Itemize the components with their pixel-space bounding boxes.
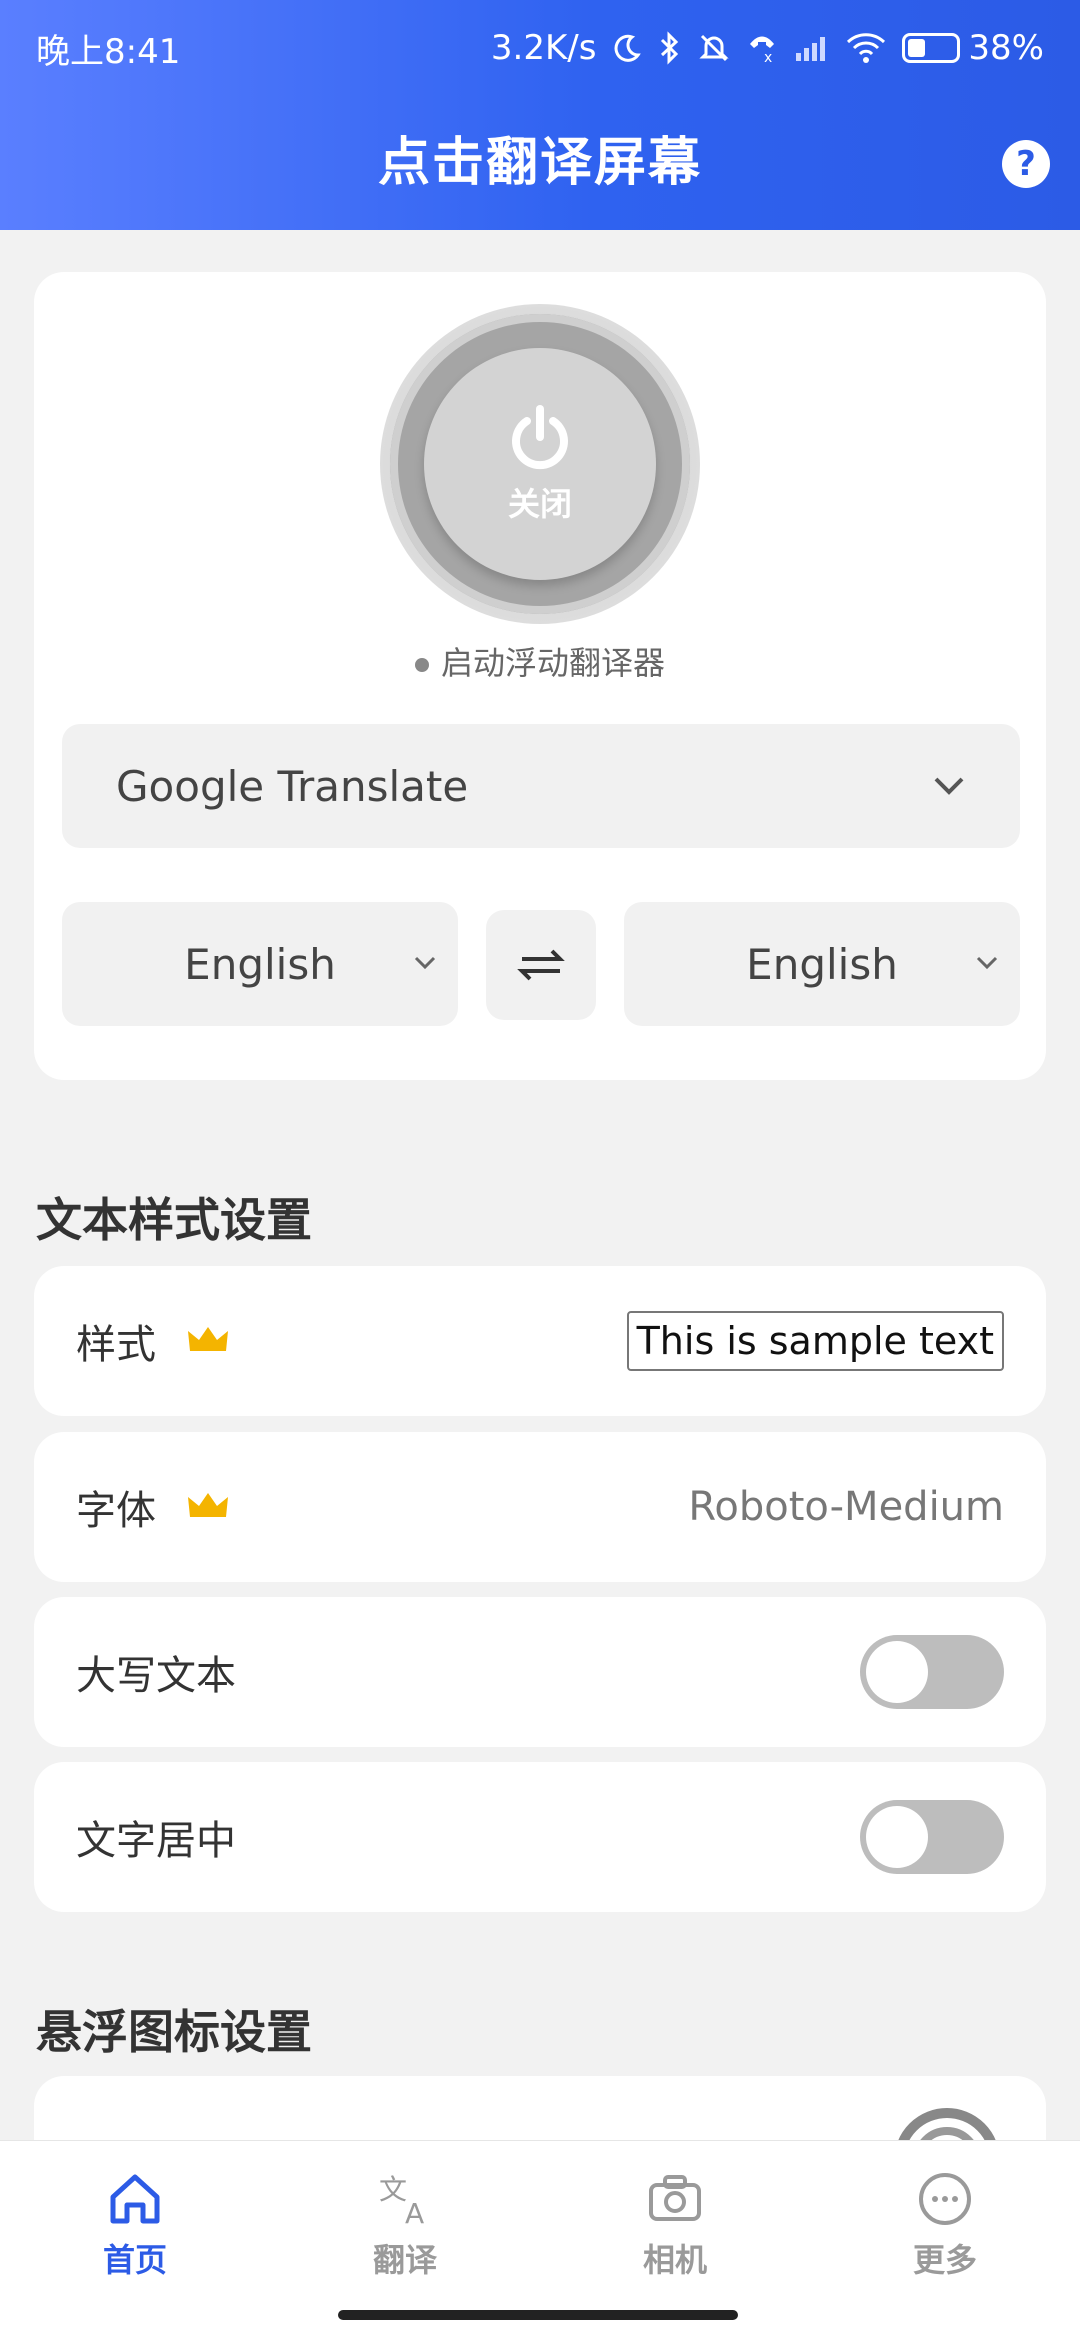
net-speed: 3.2K/s (490, 28, 597, 68)
engine-select[interactable]: Google Translate (62, 724, 1020, 848)
chevron-down-icon (976, 956, 998, 970)
swap-icon (517, 949, 565, 981)
bluetooth-icon (661, 31, 679, 65)
toggle-knob (866, 1641, 928, 1703)
crown-icon (188, 1493, 228, 1517)
status-bar: 晚上8:41 3.2K/s x 38% (0, 0, 1080, 96)
font-label-wrap: 字体 (76, 1478, 230, 1536)
nav-camera[interactable]: 相机 (575, 2169, 775, 2281)
more-icon (919, 2173, 971, 2225)
chevron-down-icon (934, 777, 964, 795)
status-indicators: 3.2K/s x 38% (491, 28, 1044, 68)
nav-camera-label: 相机 (642, 2241, 707, 2279)
status-dot (414, 658, 429, 672)
moon-icon (614, 34, 642, 62)
svg-text:x: x (764, 50, 772, 64)
nav-translate[interactable]: 文 A 翻译 (305, 2169, 505, 2281)
source-language-select[interactable]: English (62, 902, 458, 1026)
nav-more[interactable]: 更多 (845, 2169, 1045, 2281)
nav-home[interactable]: 首页 (35, 2169, 235, 2281)
font-row[interactable]: 字体 Roboto-Medium (34, 1432, 1046, 1582)
uppercase-toggle[interactable] (860, 1635, 1004, 1709)
translator-card: 关闭 启动浮动翻译器 Google Translate English Engl… (34, 272, 1046, 1080)
wifi-icon (847, 33, 886, 63)
home-indicator[interactable] (338, 2310, 738, 2320)
svg-text:文: 文 (379, 2173, 407, 2206)
float-translator-text: 启动浮动翻译器 (440, 644, 665, 682)
mute-bell-icon (699, 34, 730, 62)
translate-icon: 文 A (379, 2173, 424, 2229)
question-icon[interactable]: ? (1002, 140, 1050, 188)
style-row[interactable]: 样式 This is sample text (34, 1266, 1046, 1416)
target-language-select[interactable]: English (624, 902, 1020, 1026)
swap-languages-button[interactable] (486, 910, 596, 1020)
font-value: Roboto-Medium (688, 1484, 1004, 1530)
style-sample: This is sample text (626, 1311, 1004, 1371)
status-time: 晚上8:41 (36, 31, 181, 72)
nav-more-label: 更多 (912, 2241, 977, 2279)
crown-icon (188, 1327, 228, 1351)
font-label: 字体 (76, 1488, 156, 1534)
call-off-icon: x (750, 36, 775, 64)
toggle-knob (866, 1806, 928, 1868)
power-inner: 关闭 (424, 348, 656, 580)
source-language-value: English (184, 939, 336, 989)
svg-text:A: A (405, 2197, 424, 2229)
uppercase-row: 大写文本 (34, 1597, 1046, 1747)
home-icon (110, 2174, 160, 2224)
uppercase-label: 大写文本 (76, 1653, 236, 1699)
nav-translate-label: 翻译 (372, 2241, 437, 2279)
float-translator-label: 启动浮动翻译器 (34, 638, 1046, 684)
nav-home-label: 首页 (102, 2241, 167, 2279)
center-text-toggle[interactable] (860, 1800, 1004, 1874)
target-language-value: English (746, 939, 898, 989)
engine-value: Google Translate (116, 761, 469, 811)
camera-icon (649, 2175, 701, 2221)
power-icon (512, 405, 568, 470)
style-label: 样式 (76, 1322, 156, 1368)
center-text-label: 文字居中 (76, 1818, 236, 1864)
style-label-wrap: 样式 (76, 1312, 230, 1370)
float-icon-section-title: 悬浮图标设置 (36, 2005, 312, 2059)
battery-percent: 38% (968, 28, 1044, 68)
center-text-row: 文字居中 (34, 1762, 1046, 1912)
power-state-label: 关闭 (507, 485, 572, 523)
power-button[interactable]: 关闭 (380, 304, 700, 624)
battery-indicator: 38% (902, 28, 1044, 68)
signal-icon (796, 37, 826, 61)
power-ring: 关闭 (390, 314, 690, 614)
text-style-section-title: 文本样式设置 (36, 1193, 312, 1247)
battery-icon (902, 33, 961, 63)
app-header: 晚上8:41 3.2K/s x 38% 点击翻译屏幕 ? (0, 0, 1080, 230)
chevron-down-icon (414, 956, 436, 970)
page-title: 点击翻译屏幕 (377, 133, 702, 193)
